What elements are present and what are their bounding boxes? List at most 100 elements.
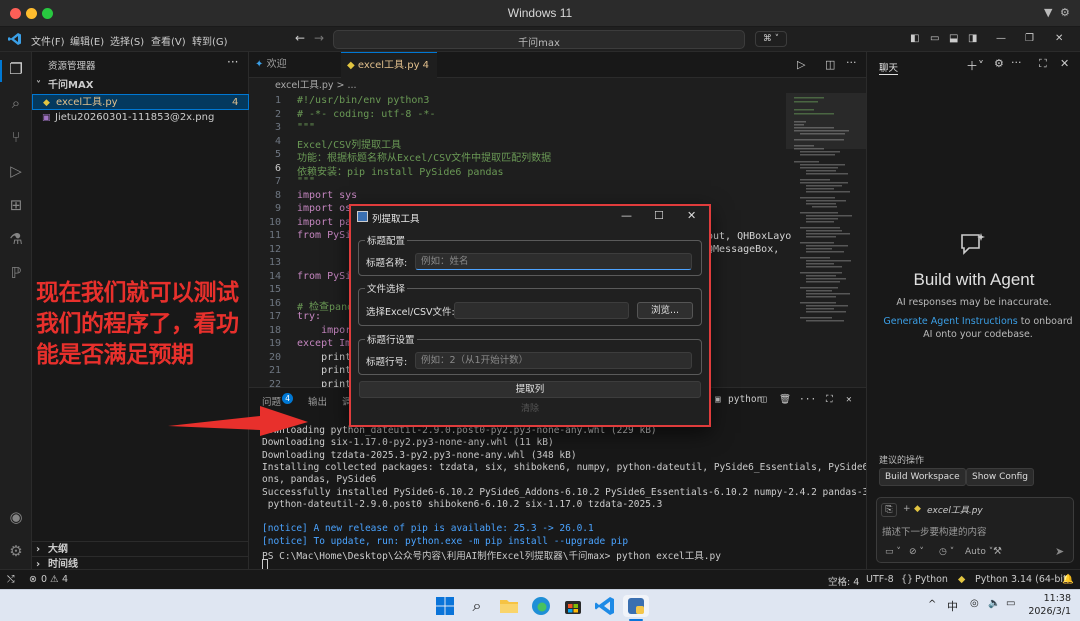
maximize-icon[interactable]: ⛶ xyxy=(1039,57,1047,71)
close-icon[interactable]: ✕ xyxy=(1060,57,1069,70)
error-icon[interactable]: ⊗ xyxy=(29,574,37,585)
more-actions-icon[interactable]: ··· xyxy=(799,394,816,405)
panel-toggle-icon[interactable]: ⬓ xyxy=(949,33,958,44)
sidebar-toggle-icon[interactable]: ▭ xyxy=(930,33,939,44)
manage-gear-icon[interactable]: ⚙ xyxy=(7,542,25,560)
browse-button[interactable]: 浏览... xyxy=(637,302,693,319)
search-icon[interactable]: ⌕ xyxy=(466,595,488,617)
gear-icon[interactable]: ⚙ xyxy=(1060,6,1070,19)
account-icon[interactable]: ◉ xyxy=(7,508,25,526)
menu-go[interactable]: 转到(G) xyxy=(192,33,228,48)
menu-file[interactable]: 文件(F) xyxy=(31,33,65,48)
close-icon[interactable]: ✕ xyxy=(687,209,696,222)
source-control-icon[interactable]: ⑂ xyxy=(7,128,25,146)
maximize-icon[interactable]: ☐ xyxy=(654,209,664,222)
secondary-sidebar-icon[interactable]: ◨ xyxy=(968,33,977,44)
minimap[interactable] xyxy=(786,93,866,387)
command-center-search[interactable]: 千问max xyxy=(333,30,745,49)
layout-toggle-icon[interactable]: ◧ xyxy=(910,33,919,44)
maximize-panel-icon[interactable]: ⛶ xyxy=(826,394,833,405)
explorer-icon[interactable]: ❐ xyxy=(7,60,25,78)
warning-icon[interactable]: ⚠ xyxy=(50,574,59,585)
chat-input-box[interactable]: ⎘ + ◆ excel工具.py 描述下一步要构建的内容 ▭ ˅ ⊘ ˅ ◷ ˅… xyxy=(876,497,1074,563)
title-name-input[interactable]: 例如：姓名 xyxy=(415,253,692,270)
restore-icon[interactable]: ❐ xyxy=(1025,33,1034,44)
menu-selection[interactable]: 选择(S) xyxy=(110,33,144,48)
split-editor-icon[interactable]: ◫ xyxy=(825,58,835,71)
battery-icon[interactable]: ▭ xyxy=(1006,598,1015,609)
chat-tab[interactable]: 聊天 xyxy=(879,60,899,75)
clock-time[interactable]: 11:38 xyxy=(1031,593,1071,604)
context-file-chip[interactable]: excel工具.py xyxy=(927,503,983,516)
terminal-name[interactable]: python xyxy=(728,394,762,405)
settings-icon[interactable]: ⚙ xyxy=(994,57,1004,70)
copilot-menu-icon[interactable]: ⌘ ˅ xyxy=(755,31,787,47)
tools-icon[interactable]: ⊘ ˅ xyxy=(909,547,924,557)
model-picker[interactable]: Auto ˅ xyxy=(965,547,993,557)
edge-browser-icon[interactable] xyxy=(530,595,552,617)
file-item-png[interactable]: ▣ Jietu20260301-111853@2x.png xyxy=(32,110,249,126)
input-method[interactable]: 中 xyxy=(947,598,958,614)
python-interpreter[interactable]: Python 3.14 (64-bit) xyxy=(975,574,1070,585)
run-icon[interactable]: ▷ xyxy=(797,58,805,71)
forward-arrow-icon[interactable]: → xyxy=(314,31,324,45)
run-debug-icon[interactable]: ▷ xyxy=(7,162,25,180)
indentation[interactable]: 空格: 4 xyxy=(828,574,859,588)
back-arrow-icon[interactable]: ← xyxy=(295,31,305,45)
more-actions-icon[interactable]: ··· xyxy=(846,56,857,69)
remote-icon[interactable]: ⤭ xyxy=(7,574,15,585)
new-chat-icon[interactable]: ＋˅ xyxy=(966,57,984,74)
language-mode[interactable]: Python xyxy=(915,574,948,585)
generate-instructions-link[interactable]: Generate Agent Instructions xyxy=(883,316,1017,327)
line-number: 20 xyxy=(268,351,281,363)
build-workspace-button[interactable]: Build Workspace xyxy=(879,468,966,486)
extract-column-button[interactable]: 提取列 xyxy=(359,381,701,398)
more-actions-icon[interactable]: ··· xyxy=(227,55,238,69)
file-item-excel[interactable]: ◆ excel工具.py 4 xyxy=(32,94,249,110)
clock-date[interactable]: 2026/3/1 xyxy=(1023,606,1071,617)
encoding[interactable]: UTF-8 xyxy=(866,574,894,585)
network-icon[interactable]: ◎ xyxy=(970,598,979,609)
configure-tools-icon[interactable]: ⚒ xyxy=(993,546,1002,557)
close-panel-icon[interactable]: ✕ xyxy=(846,394,852,405)
python-icon[interactable]: ℙ xyxy=(7,264,25,282)
file-path-input[interactable] xyxy=(454,302,629,319)
add-context-icon[interactable]: + xyxy=(903,504,911,514)
extensions-icon[interactable]: ⊞ xyxy=(7,196,25,214)
attach-icon[interactable]: ⎘ xyxy=(881,503,897,517)
show-config-button[interactable]: Show Config xyxy=(966,468,1035,486)
header-row-input[interactable]: 例如：2（从1开始计数） xyxy=(415,352,692,369)
store-icon[interactable] xyxy=(562,595,584,617)
agent-mode-icon[interactable]: ▭ ˅ xyxy=(885,547,901,557)
tab-label: excel工具.py xyxy=(357,60,420,71)
vscode-taskbar-icon[interactable] xyxy=(594,595,616,617)
more-actions-icon[interactable]: ··· xyxy=(1011,56,1022,69)
vscode-titlebar: 文件(F) 编辑(E) 选择(S) 查看(V) 转到(G) ← → 千问max … xyxy=(0,27,1080,52)
python-app-taskbar-icon[interactable] xyxy=(623,595,649,617)
file-explorer-icon[interactable] xyxy=(498,595,520,617)
send-icon[interactable]: ➤ xyxy=(1055,545,1064,558)
outline-section[interactable]: › 大纲 xyxy=(32,541,249,557)
session-icon[interactable]: ◷ ˅ xyxy=(939,547,954,557)
volume-icon[interactable]: 🔈 xyxy=(988,598,1000,609)
testing-icon[interactable]: ⚗ xyxy=(7,230,25,248)
chevron-down-icon[interactable]: ▼ xyxy=(1044,6,1052,19)
breadcrumb[interactable]: excel工具.py > ... xyxy=(249,78,866,93)
notifications-icon[interactable]: 🔔 xyxy=(1062,574,1074,585)
close-icon[interactable]: ✕ xyxy=(1055,33,1063,44)
menu-edit[interactable]: 编辑(E) xyxy=(70,33,104,48)
minimize-icon[interactable]: — xyxy=(996,33,1006,44)
folder-root[interactable]: ˅ 千问MAX xyxy=(32,78,249,94)
tab-welcome[interactable]: ✦ 欢迎 xyxy=(249,52,341,78)
search-icon[interactable]: ⌕ xyxy=(7,94,25,112)
dialog-titlebar[interactable]: 列提取工具 — ☐ ✕ xyxy=(351,206,709,230)
tab-output[interactable]: 输出 xyxy=(308,394,327,408)
split-terminal-icon[interactable]: ◫ xyxy=(761,394,767,405)
trash-icon[interactable]: 🗑 xyxy=(779,394,791,405)
minimize-icon[interactable]: — xyxy=(621,209,632,222)
tab-excel-tool[interactable]: ◆ excel工具.py 4 ✕ xyxy=(341,52,437,97)
menu-view[interactable]: 查看(V) xyxy=(151,33,186,48)
tray-chevron-icon[interactable]: ^ xyxy=(928,599,936,610)
clear-button[interactable]: 清除 xyxy=(359,402,701,417)
windows-start-icon[interactable] xyxy=(434,595,456,617)
